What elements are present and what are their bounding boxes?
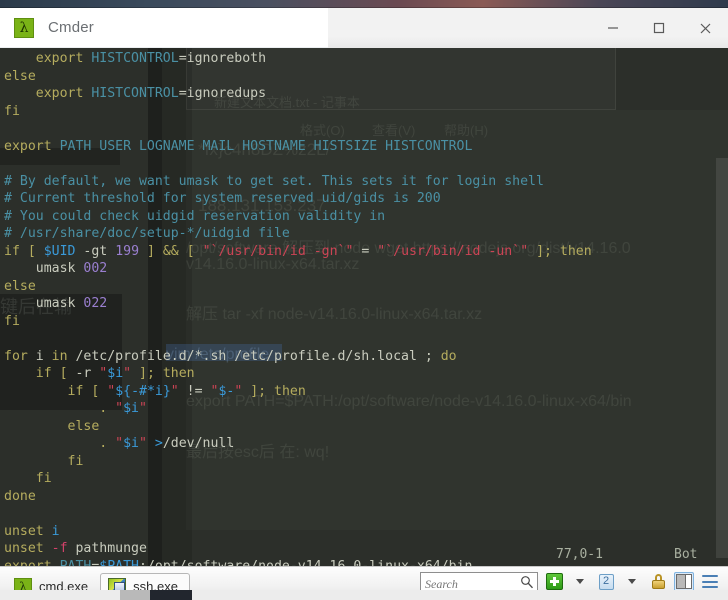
lock-button[interactable] bbox=[648, 572, 668, 592]
close-icon bbox=[700, 23, 710, 33]
terminal-line: unset i bbox=[4, 523, 60, 539]
terminal-line: export HISTCONTROL=ignoreboth bbox=[4, 51, 267, 66]
new-console-button[interactable] bbox=[544, 572, 564, 592]
terminal-line: for i in /etc/profile.d/*.sh /etc/profil… bbox=[4, 348, 457, 364]
taskbar-sliver bbox=[0, 590, 728, 600]
terminal-line: else bbox=[4, 418, 100, 434]
terminal-text: export HISTCONTROL=ignoreboth else export… bbox=[0, 48, 728, 566]
console-2-icon: 2 bbox=[598, 573, 614, 590]
terminal-line: # By default, we want umask to get set. … bbox=[4, 173, 544, 189]
vim-position: Bot bbox=[674, 547, 698, 562]
minimize-button[interactable] bbox=[590, 8, 636, 48]
taskbar-block-dark bbox=[150, 590, 192, 600]
maximize-icon bbox=[653, 22, 665, 34]
terminal-line: # Current threshold for system reserved … bbox=[4, 191, 441, 206]
terminal-line: fi bbox=[4, 103, 20, 119]
terminal-line: if [ $UID -gt 199 ] && [ "`/usr/bin/id -… bbox=[4, 243, 592, 259]
maximize-button[interactable] bbox=[636, 8, 682, 48]
chevron-down-icon bbox=[628, 579, 636, 584]
active-console-dropdown[interactable] bbox=[622, 572, 642, 592]
vim-status-line: 77,0-1 Bot bbox=[0, 546, 728, 566]
terminal-line: fi bbox=[4, 313, 20, 329]
terminal-line: done bbox=[4, 488, 36, 504]
split-view-button[interactable] bbox=[674, 571, 694, 592]
titlebar-right-section bbox=[328, 8, 728, 48]
terminal-line: export PATH USER LOGNAME MAIL HOSTNAME H… bbox=[4, 138, 473, 154]
split-panel-icon bbox=[676, 574, 692, 589]
search-icon bbox=[521, 575, 534, 588]
terminal-line: export HISTCONTROL=ignoredups bbox=[4, 86, 267, 101]
terminal-line: # /usr/share/doc/setup-*/uidgid file bbox=[4, 226, 290, 241]
lock-icon bbox=[651, 574, 665, 589]
active-console-button[interactable]: 2 bbox=[596, 572, 616, 592]
terminal-line: if [ -r "$i" ]; then bbox=[4, 366, 195, 381]
menu-button[interactable] bbox=[700, 572, 720, 592]
vim-ruler: 77,0-1 bbox=[556, 547, 603, 562]
minimize-icon bbox=[608, 27, 618, 29]
plus-icon bbox=[545, 573, 563, 590]
terminal-line: # You could check uidgid reservation val… bbox=[4, 208, 386, 224]
terminal-line: . "$i" bbox=[4, 401, 147, 416]
terminal-line: else bbox=[4, 278, 36, 294]
hamburger-menu-icon bbox=[702, 575, 718, 588]
taskbar-block-light bbox=[120, 590, 150, 600]
search-box[interactable] bbox=[420, 571, 538, 593]
lambda-icon: λ bbox=[14, 17, 34, 38]
close-button[interactable] bbox=[682, 8, 728, 48]
cmder-window: λ Cmder 新建文本文档.txt - 记事本 格式(O) 查看(V) 帮助(… bbox=[0, 8, 728, 600]
new-console-dropdown[interactable] bbox=[570, 572, 590, 592]
terminal-line: umask 022 bbox=[4, 296, 108, 311]
window-title: Cmder bbox=[48, 19, 95, 36]
terminal-line: . "$i" >/dev/null bbox=[4, 436, 235, 451]
terminal-line: else bbox=[4, 68, 36, 84]
titlebar-left-section: λ Cmder bbox=[0, 8, 328, 48]
chevron-down-icon bbox=[576, 579, 584, 584]
terminal-line: fi bbox=[4, 453, 84, 469]
terminal-pane[interactable]: 新建文本文档.txt - 记事本 格式(O) 查看(V) 帮助(H) *fx}c… bbox=[0, 48, 728, 566]
terminal-line: fi bbox=[4, 471, 52, 486]
window-titlebar: λ Cmder bbox=[0, 8, 728, 48]
terminal-line: umask 002 bbox=[4, 261, 108, 276]
terminal-line: if [ "${-#*i}" != "$-" ]; then bbox=[4, 383, 306, 399]
